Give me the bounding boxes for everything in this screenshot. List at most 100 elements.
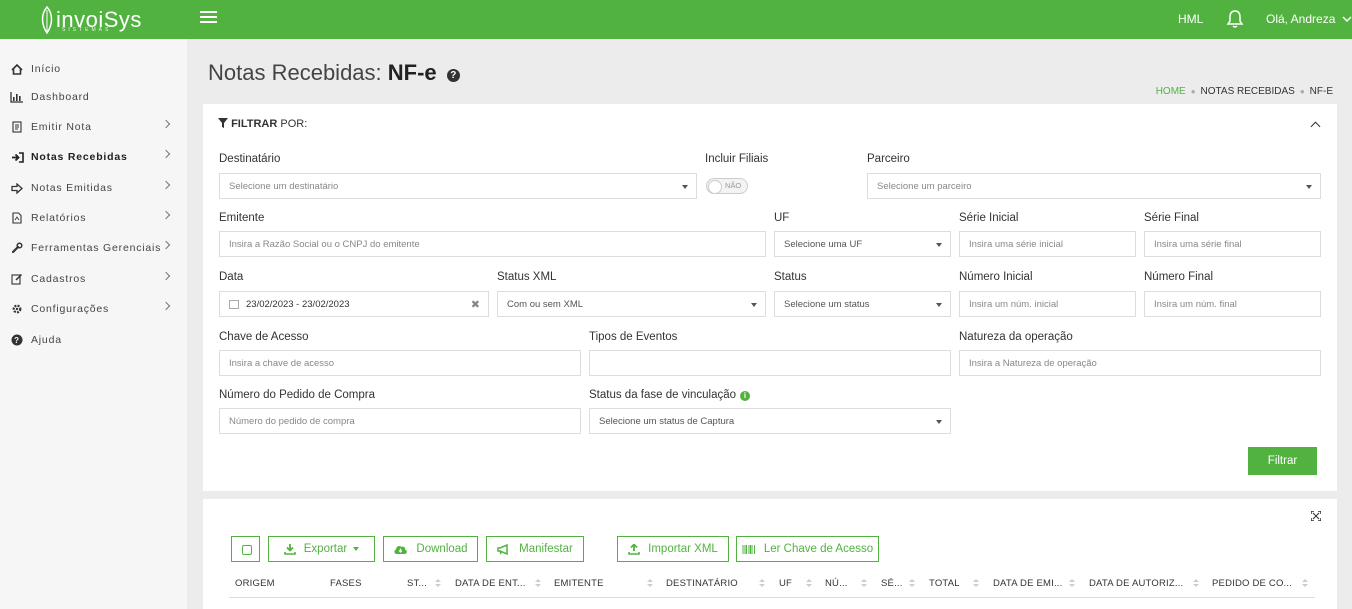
emitente-placeholder: Insira a Razão Social ou o CNPJ do emite…: [229, 238, 420, 250]
sort-icon[interactable]: [759, 579, 765, 589]
serie-inicial-placeholder: Insira uma série inicial: [969, 238, 1063, 250]
parceiro-label: Parceiro: [867, 153, 910, 165]
column-header-serie[interactable]: SÉ...: [881, 578, 903, 589]
uf-select[interactable]: Selecione uma UF: [774, 231, 951, 257]
sort-icon[interactable]: [535, 579, 541, 589]
date-range-input[interactable]: 23/02/2023 - 23/02/2023 ✖: [219, 291, 489, 317]
chevron-down-icon: [1342, 16, 1352, 23]
destinatario-select[interactable]: Selecione um destinatário: [219, 173, 697, 199]
sidebar-item-configuracoes[interactable]: Configurações: [0, 298, 187, 320]
sidebar-item-relatorios[interactable]: Relatórios: [0, 207, 187, 229]
incluir-filiais-toggle[interactable]: NÃO: [706, 178, 748, 194]
chevron-right-icon: [161, 149, 171, 159]
numero-final-label: Número Final: [1144, 271, 1214, 283]
help-icon[interactable]: ?: [446, 69, 460, 82]
sidebar-item-emitir-nota[interactable]: Emitir Nota: [0, 116, 187, 138]
breadcrumb-notas-recebidas[interactable]: NOTAS RECEBIDAS: [1201, 86, 1295, 97]
sidebar: Início Dashboard Emitir Nota Notas Receb…: [0, 39, 187, 609]
sort-icon[interactable]: [1069, 579, 1075, 589]
megaphone-icon: [497, 543, 511, 555]
download-button[interactable]: Download: [383, 536, 478, 562]
column-header-total[interactable]: TOTAL: [929, 578, 960, 589]
clear-icon[interactable]: ✖: [471, 298, 480, 311]
sort-icon[interactable]: [973, 579, 979, 589]
menu-toggle-icon[interactable]: [200, 11, 217, 25]
user-menu[interactable]: Olá, Andreza: [1266, 12, 1352, 26]
read-access-key-button[interactable]: Ler Chave de Acesso: [736, 536, 879, 562]
chave-input[interactable]: Insira a chave de acesso: [219, 350, 581, 376]
document-icon: [10, 121, 24, 133]
table-header-divider: [229, 597, 1315, 598]
filter-title-bold: FILTRAR: [231, 118, 278, 130]
status-xml-value: Com ou sem XML: [507, 298, 584, 310]
status-xml-label: Status XML: [497, 271, 557, 283]
date-range-value: 23/02/2023 - 23/02/2023: [246, 298, 350, 310]
sidebar-item-cadastros[interactable]: Cadastros: [0, 268, 187, 290]
sort-icon[interactable]: [1193, 579, 1199, 589]
sidebar-item-dashboard[interactable]: Dashboard: [0, 86, 187, 108]
sidebar-item-ajuda[interactable]: ? Ajuda: [0, 329, 187, 351]
column-header-uf[interactable]: UF: [779, 578, 792, 589]
page-title-prefix: Notas Recebidas:: [208, 60, 382, 85]
column-header-emitente[interactable]: EMITENTE: [554, 578, 604, 589]
import-xml-label: Importar XML: [648, 543, 718, 555]
serie-final-label: Série Final: [1144, 212, 1199, 224]
leaf-logo-icon: [41, 6, 53, 34]
export-button[interactable]: Exportar: [268, 536, 375, 562]
question-icon: ?: [10, 334, 24, 346]
parceiro-select[interactable]: Selecione um parceiro: [867, 173, 1321, 199]
breadcrumb-home[interactable]: HOME: [1156, 86, 1186, 97]
pedido-placeholder: Número do pedido de compra: [229, 415, 355, 427]
breadcrumb: HOME ● NOTAS RECEBIDAS ● NF-E: [1156, 86, 1333, 97]
column-header-numero[interactable]: NÚ...: [825, 578, 848, 589]
column-header-status[interactable]: ST...: [407, 578, 427, 589]
serie-inicial-input[interactable]: Insira uma série inicial: [959, 231, 1136, 257]
column-header-data-autorizacao[interactable]: DATA DE AUTORIZ...: [1089, 578, 1183, 589]
chevron-up-icon[interactable]: [1310, 121, 1321, 132]
sidebar-item-notas-recebidas[interactable]: Notas Recebidas: [0, 146, 187, 168]
sidebar-item-inicio[interactable]: Início: [0, 58, 187, 80]
sort-icon[interactable]: [909, 579, 915, 589]
bar-chart-icon: [10, 91, 24, 103]
column-header-destinatario[interactable]: DESTINATÁRIO: [666, 578, 738, 589]
pedido-input[interactable]: Número do pedido de compra: [219, 408, 581, 434]
column-header-data-emissao[interactable]: DATA DE EMI...: [993, 578, 1063, 589]
status-xml-select[interactable]: Com ou sem XML: [497, 291, 766, 317]
sidebar-item-notas-emitidas[interactable]: Notas Emitidas: [0, 177, 187, 199]
manifestar-button[interactable]: Manifestar: [486, 536, 584, 562]
sort-icon[interactable]: [1302, 579, 1308, 589]
serie-final-input[interactable]: Insira uma série final: [1144, 231, 1321, 257]
emitente-label: Emitente: [219, 212, 265, 224]
column-header-fases[interactable]: FASES: [330, 578, 362, 589]
sort-icon[interactable]: [647, 579, 653, 589]
status-label: Status: [774, 271, 807, 283]
emitente-input[interactable]: Insira a Razão Social ou o CNPJ do emite…: [219, 231, 766, 257]
serie-inicial-label: Série Inicial: [959, 212, 1019, 224]
sidebar-item-label: Notas Recebidas: [31, 151, 128, 163]
sidebar-item-ferramentas-gerenciais[interactable]: Ferramentas Gerenciais: [0, 237, 187, 259]
numero-final-input[interactable]: Insira um núm. final: [1144, 291, 1321, 317]
import-xml-button[interactable]: Importar XML: [617, 536, 729, 562]
column-header-data-entrada[interactable]: DATA DE ENT...: [455, 578, 526, 589]
filter-title-rest: POR:: [280, 118, 308, 130]
breadcrumb-current: NF-E: [1309, 86, 1333, 97]
filter-button[interactable]: Filtrar: [1248, 447, 1317, 475]
sidebar-item-label: Cadastros: [31, 273, 87, 285]
column-header-origem[interactable]: ORIGEM: [235, 578, 275, 589]
info-icon[interactable]: i: [740, 391, 751, 401]
sort-icon[interactable]: [861, 579, 867, 589]
tipos-eventos-input[interactable]: [589, 350, 951, 376]
status-fase-select[interactable]: Selecione um status de Captura: [589, 408, 951, 434]
expand-icon[interactable]: [1311, 511, 1321, 521]
export-label: Exportar: [303, 543, 348, 555]
filter-card: FILTRAR POR: Destinatário Selecione um d…: [203, 104, 1337, 491]
sort-icon[interactable]: [435, 579, 441, 589]
numero-inicial-input[interactable]: Insira um núm. inicial: [959, 291, 1136, 317]
natureza-input[interactable]: Insira a Natureza de operação: [959, 350, 1321, 376]
status-select[interactable]: Selecione um status: [774, 291, 951, 317]
bell-icon[interactable]: [1226, 9, 1244, 29]
sort-icon[interactable]: [806, 579, 812, 589]
column-header-pedido-compra[interactable]: PEDIDO DE CO...: [1212, 578, 1292, 589]
sidebar-item-label: Ferramentas Gerenciais: [31, 242, 162, 254]
select-all-checkbox-button[interactable]: [231, 536, 260, 562]
